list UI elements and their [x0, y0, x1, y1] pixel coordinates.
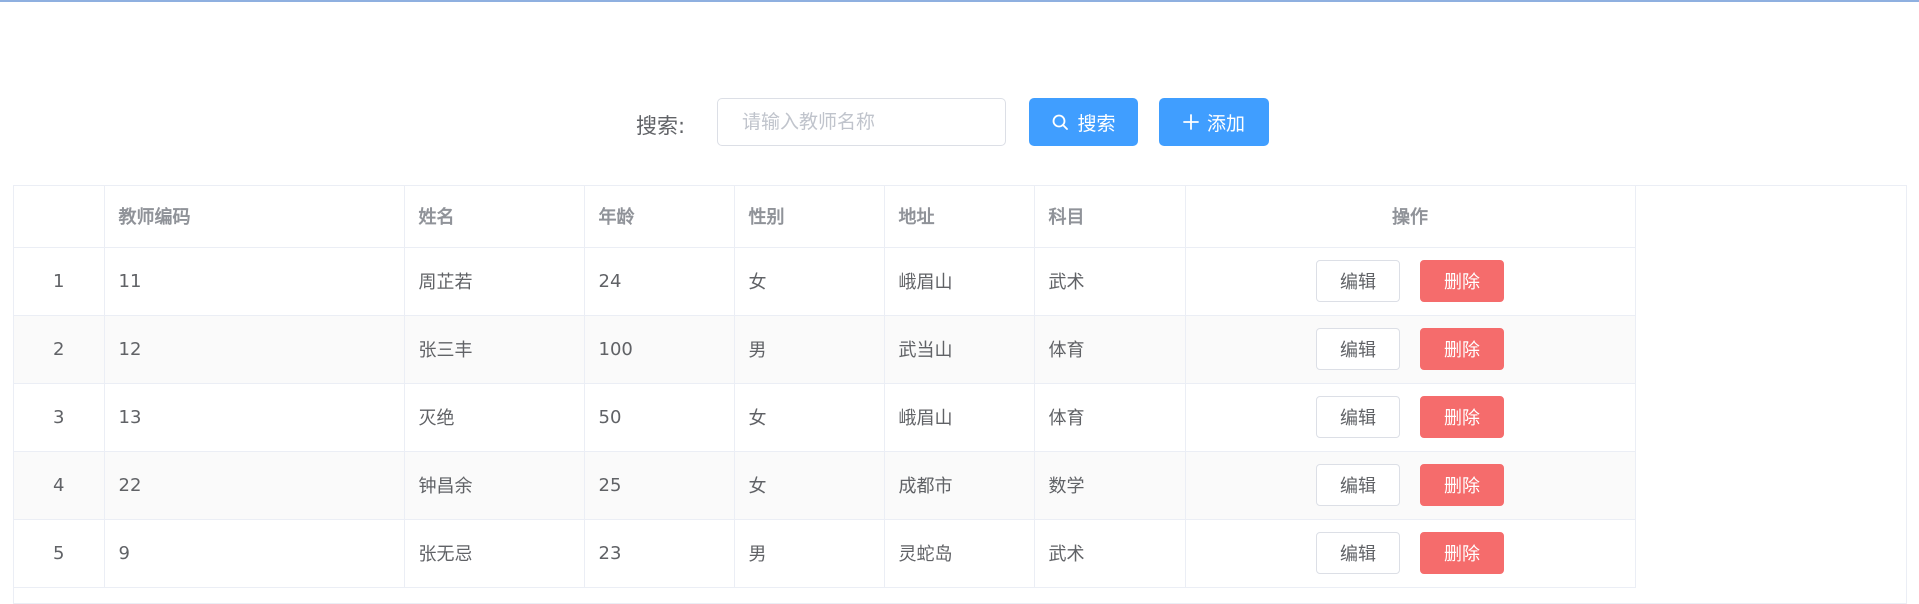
delete-button[interactable]: 删除	[1420, 260, 1504, 302]
row-actions: 编辑 删除	[1185, 451, 1636, 520]
teacher-age: 24	[584, 247, 735, 316]
teacher-name: 钟昌余	[404, 451, 585, 520]
teacher-subject: 武术	[1034, 247, 1186, 316]
search-label: 搜索:	[636, 114, 686, 138]
teacher-subject: 数学	[1034, 451, 1186, 520]
table-row: 3 13 灭绝 50 女 峨眉山 体育 编辑 删除	[14, 383, 1636, 452]
teacher-gender: 女	[734, 247, 885, 316]
teacher-code: 12	[104, 315, 405, 384]
teacher-code: 13	[104, 383, 405, 452]
add-button[interactable]: 添加	[1159, 98, 1269, 146]
column-header-code: 教师编码	[104, 186, 405, 248]
teacher-address: 峨眉山	[884, 383, 1035, 452]
teacher-age: 100	[584, 315, 735, 384]
row-actions-group: 编辑 删除	[1200, 396, 1621, 438]
row-index: 5	[14, 519, 105, 588]
teacher-name: 张三丰	[404, 315, 585, 384]
row-actions-group: 编辑 删除	[1200, 328, 1621, 370]
teacher-address: 武当山	[884, 315, 1035, 384]
delete-button[interactable]: 删除	[1420, 464, 1504, 506]
edit-button[interactable]: 编辑	[1316, 464, 1400, 506]
teacher-gender: 男	[734, 315, 885, 384]
teacher-code: 22	[104, 451, 405, 520]
table-header-row: 教师编码 姓名 年龄 性别 地址 科目 操作	[14, 186, 1636, 248]
column-header-actions: 操作	[1185, 186, 1636, 248]
teacher-table: 教师编码 姓名 年龄 性别 地址 科目 操作 1 11 周芷若 24 女 峨眉山…	[14, 186, 1636, 588]
search-icon	[1053, 114, 1069, 130]
table-row: 5 9 张无忌 23 男 灵蛇岛 武术 编辑 删除	[14, 519, 1636, 588]
delete-button[interactable]: 删除	[1420, 532, 1504, 574]
teacher-name: 灭绝	[404, 383, 585, 452]
column-header-age: 年龄	[584, 186, 735, 248]
row-index: 1	[14, 247, 105, 316]
search-input[interactable]	[717, 98, 1006, 146]
column-header-subject: 科目	[1034, 186, 1186, 248]
add-button-label: 添加	[1206, 112, 1245, 135]
edit-button[interactable]: 编辑	[1316, 328, 1400, 370]
row-actions: 编辑 删除	[1185, 315, 1636, 384]
teacher-code: 9	[104, 519, 405, 588]
row-index: 4	[14, 451, 105, 520]
column-header-address: 地址	[884, 186, 1035, 248]
row-actions-group: 编辑 删除	[1200, 464, 1621, 506]
row-actions: 编辑 删除	[1185, 383, 1636, 452]
row-index: 3	[14, 383, 105, 452]
row-actions-group: 编辑 删除	[1200, 260, 1621, 302]
teacher-address: 成都市	[884, 451, 1035, 520]
table-row: 4 22 钟昌余 25 女 成都市 数学 编辑 删除	[14, 451, 1636, 520]
edit-button[interactable]: 编辑	[1316, 260, 1400, 302]
search-button-label: 搜索	[1077, 112, 1116, 135]
row-index: 2	[14, 315, 105, 384]
teacher-address: 灵蛇岛	[884, 519, 1035, 588]
teacher-age: 50	[584, 383, 735, 452]
edit-button[interactable]: 编辑	[1316, 532, 1400, 574]
table-row: 2 12 张三丰 100 男 武当山 体育 编辑 删除	[14, 315, 1636, 384]
teacher-gender: 女	[734, 451, 885, 520]
edit-button[interactable]: 编辑	[1316, 396, 1400, 438]
teacher-table-wrapper: 教师编码 姓名 年龄 性别 地址 科目 操作 1 11 周芷若 24 女 峨眉山…	[13, 185, 1907, 604]
teacher-subject: 体育	[1034, 315, 1186, 384]
delete-button[interactable]: 删除	[1420, 396, 1504, 438]
teacher-address: 峨眉山	[884, 247, 1035, 316]
top-accent-line	[0, 0, 1919, 2]
teacher-name: 张无忌	[404, 519, 585, 588]
column-header-gender: 性别	[734, 186, 885, 248]
teacher-name: 周芷若	[404, 247, 585, 316]
teacher-age: 23	[584, 519, 735, 588]
teacher-gender: 男	[734, 519, 885, 588]
plus-icon	[1183, 114, 1199, 130]
table-row: 1 11 周芷若 24 女 峨眉山 武术 编辑 删除	[14, 247, 1636, 316]
teacher-gender: 女	[734, 383, 885, 452]
search-bar: 搜索: 搜索 添加	[0, 98, 1919, 146]
teacher-subject: 体育	[1034, 383, 1186, 452]
row-actions: 编辑 删除	[1185, 247, 1636, 316]
row-actions: 编辑 删除	[1185, 519, 1636, 588]
delete-button[interactable]: 删除	[1420, 328, 1504, 370]
teacher-age: 25	[584, 451, 735, 520]
column-header-index	[14, 186, 105, 248]
teacher-subject: 武术	[1034, 519, 1186, 588]
search-button[interactable]: 搜索	[1029, 98, 1138, 146]
column-header-name: 姓名	[404, 186, 585, 248]
teacher-code: 11	[104, 247, 405, 316]
row-actions-group: 编辑 删除	[1200, 532, 1621, 574]
